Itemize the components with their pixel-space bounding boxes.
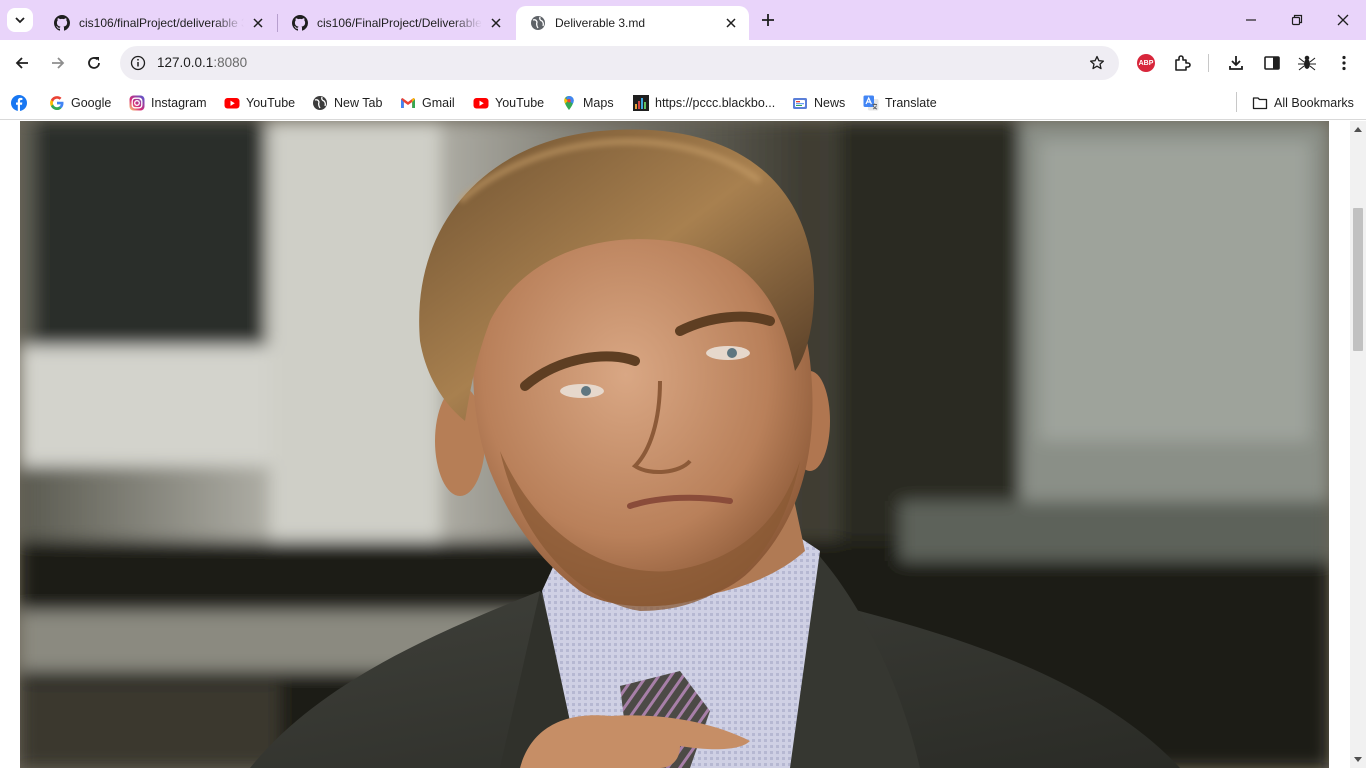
reload-button[interactable]: [80, 49, 108, 77]
arrow-right-icon: [52, 57, 65, 69]
maps-icon: [561, 95, 577, 111]
bookmark-youtube-2[interactable]: YouTube: [473, 92, 544, 114]
globe-icon: [531, 16, 545, 30]
close-icon: [1337, 14, 1349, 26]
bookmark-google[interactable]: Google: [49, 92, 111, 114]
bookmark-facebook[interactable]: [11, 92, 33, 114]
adblock-plus-icon[interactable]: ABP: [1135, 52, 1157, 74]
forward-button[interactable]: [44, 49, 72, 77]
blackboard-icon: [633, 95, 649, 111]
download-icon[interactable]: [1225, 52, 1247, 74]
toolbar: 127.0.0.1:8080 ABP: [0, 40, 1366, 86]
youtube-icon: [473, 95, 489, 111]
arrow-left-icon: [15, 57, 28, 69]
restore-button[interactable]: [1274, 0, 1320, 40]
page-viewport: [0, 121, 1350, 768]
minimize-icon: [1246, 19, 1256, 21]
bookmark-youtube[interactable]: YouTube: [224, 92, 295, 114]
minimize-button[interactable]: [1228, 0, 1274, 40]
bookmark-translate[interactable]: Translate: [863, 92, 937, 114]
folder-icon: [1252, 95, 1268, 111]
instagram-icon: [129, 95, 145, 111]
bookmarks-bar: Google Instagram YouTube New Tab Gmail Y…: [0, 86, 1366, 120]
bookmark-label: Gmail: [422, 96, 455, 110]
extensions-icon[interactable]: [1171, 52, 1193, 74]
youtube-icon: [224, 95, 240, 111]
bookmark-label: News: [814, 96, 846, 110]
portrait-photo: [20, 121, 1329, 768]
bookmark-new-tab[interactable]: New Tab: [312, 92, 382, 114]
scroll-up-arrow-icon[interactable]: [1350, 121, 1366, 137]
bookmark-maps[interactable]: Maps: [561, 92, 614, 114]
scrollbar-thumb[interactable]: [1353, 207, 1363, 351]
portrait-photo-drawing: [20, 121, 1329, 768]
close-icon[interactable]: [488, 15, 504, 31]
bookmarks-divider: [1236, 92, 1237, 112]
close-icon[interactable]: [723, 15, 739, 31]
new-tab-button[interactable]: [757, 9, 779, 31]
tab-title: Deliverable 3.md: [555, 16, 646, 30]
github-icon: [54, 15, 70, 31]
vertical-scrollbar[interactable]: [1350, 121, 1366, 768]
toolbar-divider: [1208, 54, 1209, 72]
translate-icon: [863, 95, 879, 111]
google-icon: [49, 95, 65, 111]
news-icon: [792, 95, 808, 111]
bookmark-label: New Tab: [334, 96, 383, 110]
bookmark-blackboard[interactable]: https://pccc.blackbo...: [633, 92, 775, 114]
tab-search-button[interactable]: [7, 8, 33, 32]
bookmark-label: Translate: [885, 96, 937, 110]
bookmark-label: Google: [71, 96, 112, 110]
url-text[interactable]: 127.0.0.1:8080: [157, 55, 247, 70]
side-panel-icon[interactable]: [1261, 52, 1283, 74]
all-bookmarks-button[interactable]: All Bookmarks: [1252, 92, 1354, 114]
gmail-icon: [400, 95, 416, 111]
profile-icon[interactable]: [1296, 52, 1318, 74]
bookmark-news[interactable]: News: [792, 92, 845, 114]
facebook-icon: [11, 95, 27, 111]
bookmark-label: https://pccc.blackbo...: [655, 96, 776, 110]
tab-3-active[interactable]: Deliverable 3.md: [516, 6, 749, 40]
menu-icon[interactable]: [1333, 52, 1355, 74]
bookmark-label: YouTube: [246, 96, 296, 110]
bookmark-star-icon[interactable]: [1087, 53, 1107, 73]
back-button[interactable]: [8, 49, 36, 77]
address-bar[interactable]: 127.0.0.1:8080: [120, 46, 1119, 80]
tab-strip: cis106/finalProject/deliverable 3.md at …: [0, 0, 1366, 40]
bookmark-instagram[interactable]: Instagram: [129, 92, 207, 114]
bookmark-label: Maps: [583, 96, 614, 110]
tab-title: cis106/FinalProject/Deliverable3.md: [317, 16, 482, 30]
site-info-icon[interactable]: [128, 53, 148, 73]
tab-2[interactable]: cis106/FinalProject/Deliverable3.md: [278, 6, 514, 40]
url-host: 127.0.0.1: [157, 55, 214, 70]
close-icon[interactable]: [250, 15, 266, 31]
close-window-button[interactable]: [1320, 0, 1366, 40]
restore-icon: [1291, 14, 1303, 26]
reload-icon: [88, 57, 100, 69]
tab-1[interactable]: cis106/finalProject/deliverable 3.md at …: [40, 6, 276, 40]
scroll-down-arrow-icon[interactable]: [1350, 752, 1366, 768]
bookmark-label: YouTube: [495, 96, 545, 110]
url-port: :8080: [213, 55, 248, 70]
tab-title: cis106/finalProject/deliverable 3.md at …: [79, 16, 244, 30]
github-icon: [292, 15, 308, 31]
globe-icon: [312, 95, 328, 111]
plus-icon: [762, 14, 774, 26]
chevron-down-icon: [15, 17, 25, 24]
bookmark-label: Instagram: [151, 96, 207, 110]
bookmark-label: All Bookmarks: [1274, 96, 1354, 110]
bookmark-gmail[interactable]: Gmail: [400, 92, 455, 114]
